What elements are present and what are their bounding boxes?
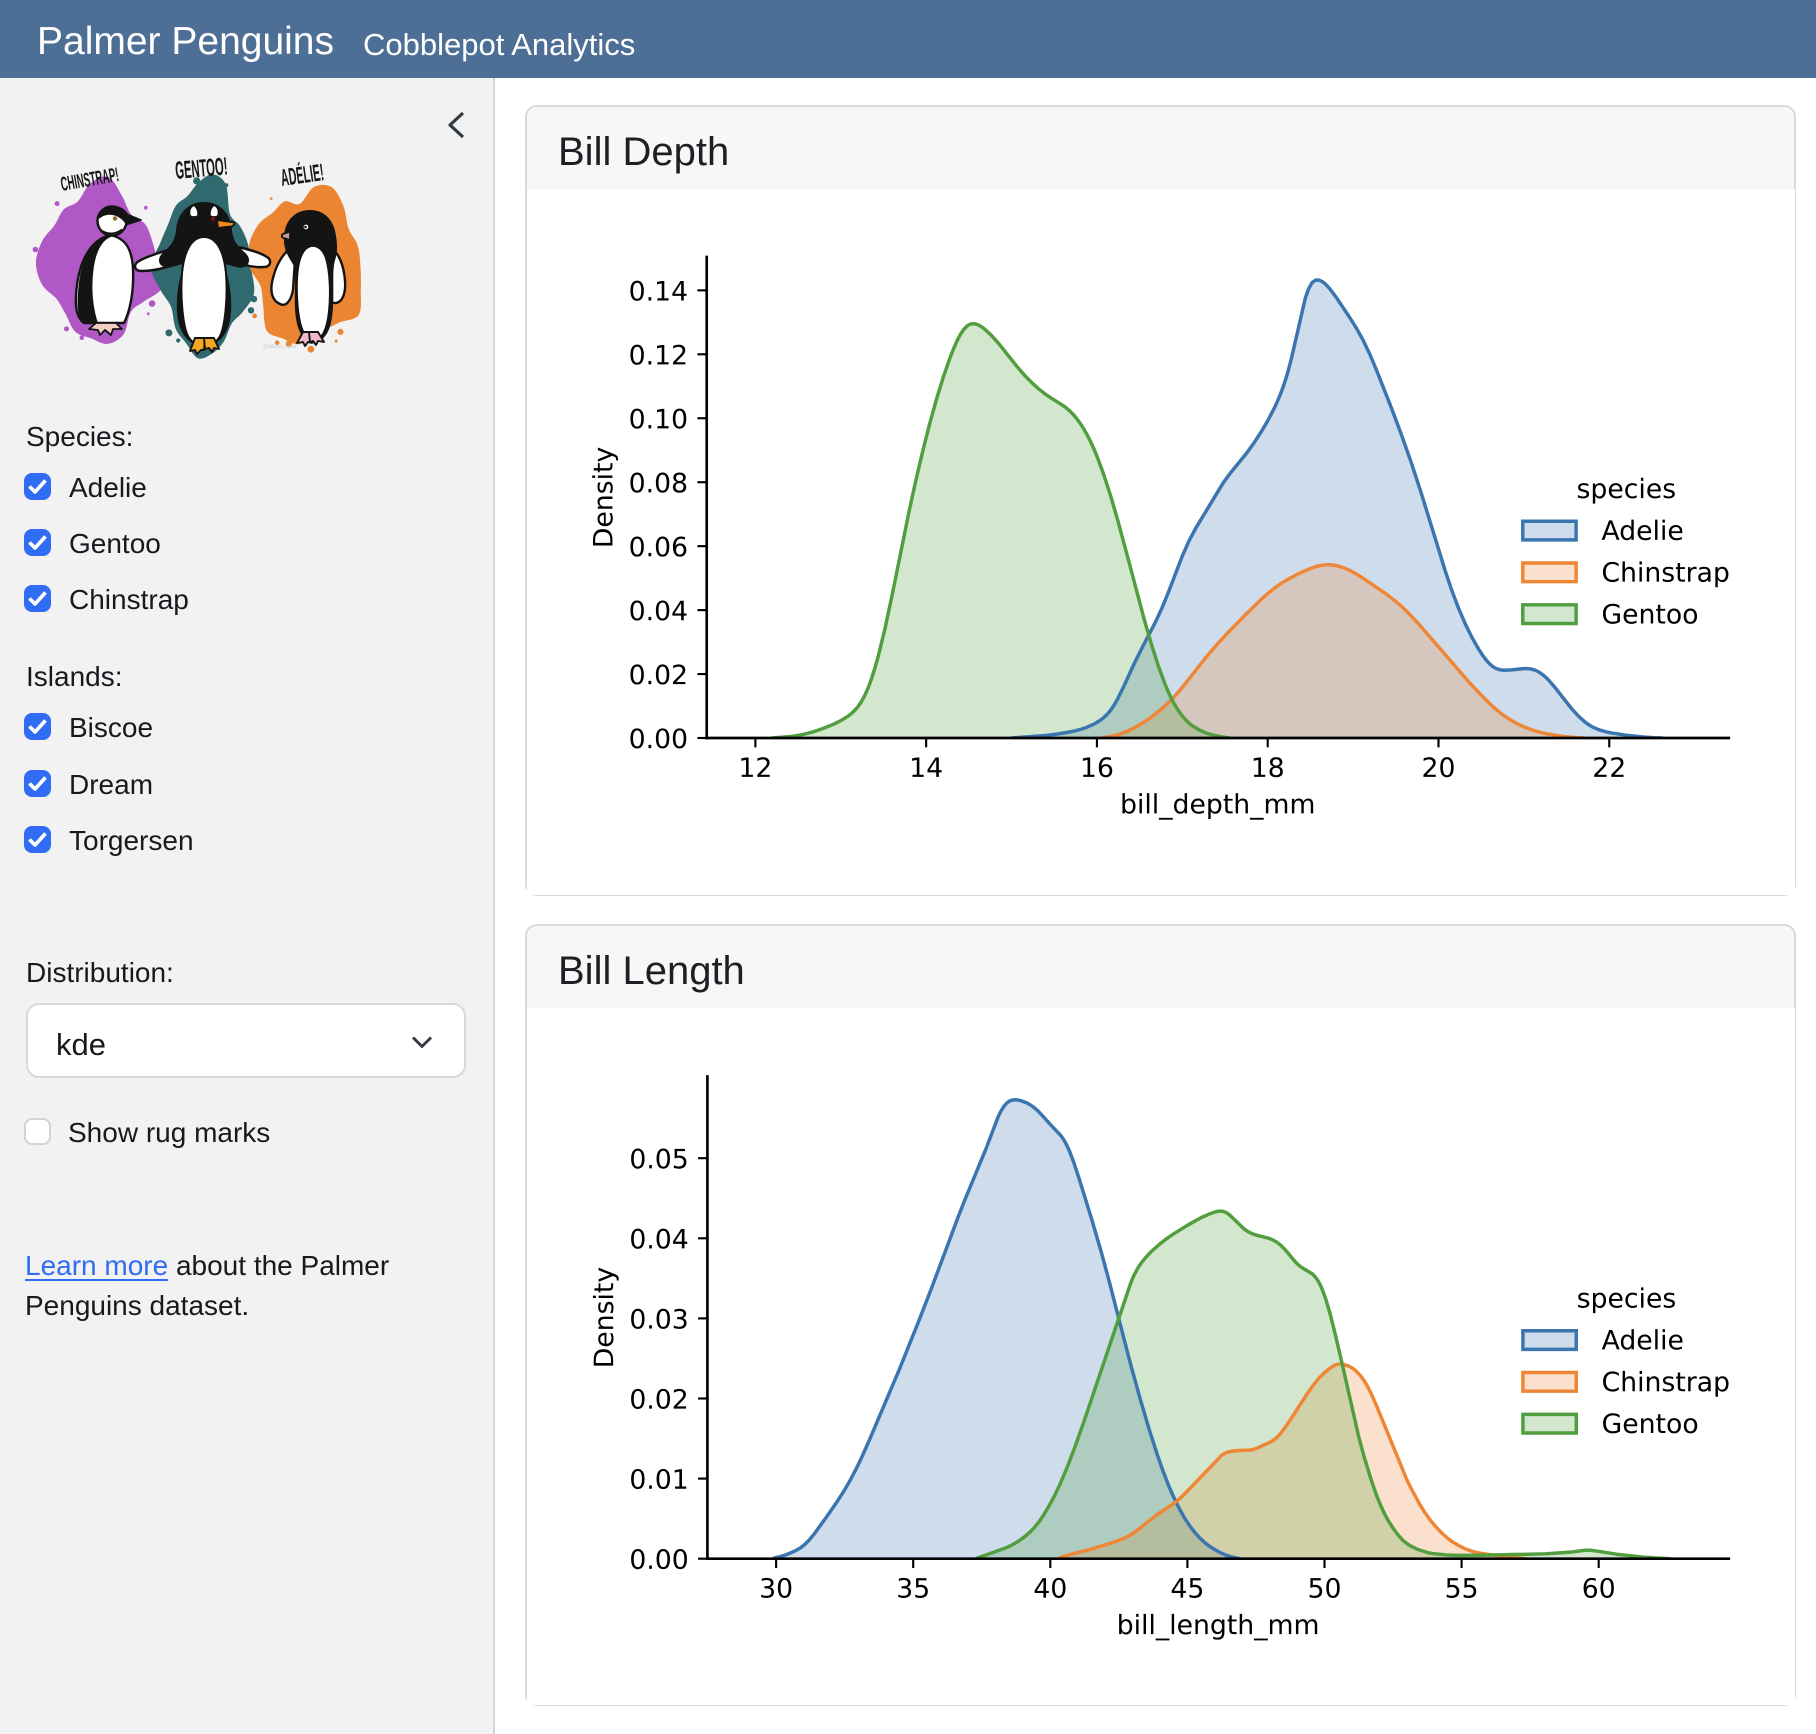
svg-text:GENTOO!: GENTOO! bbox=[174, 153, 229, 186]
svg-text:@allison_horst: @allison_horst bbox=[263, 344, 297, 350]
